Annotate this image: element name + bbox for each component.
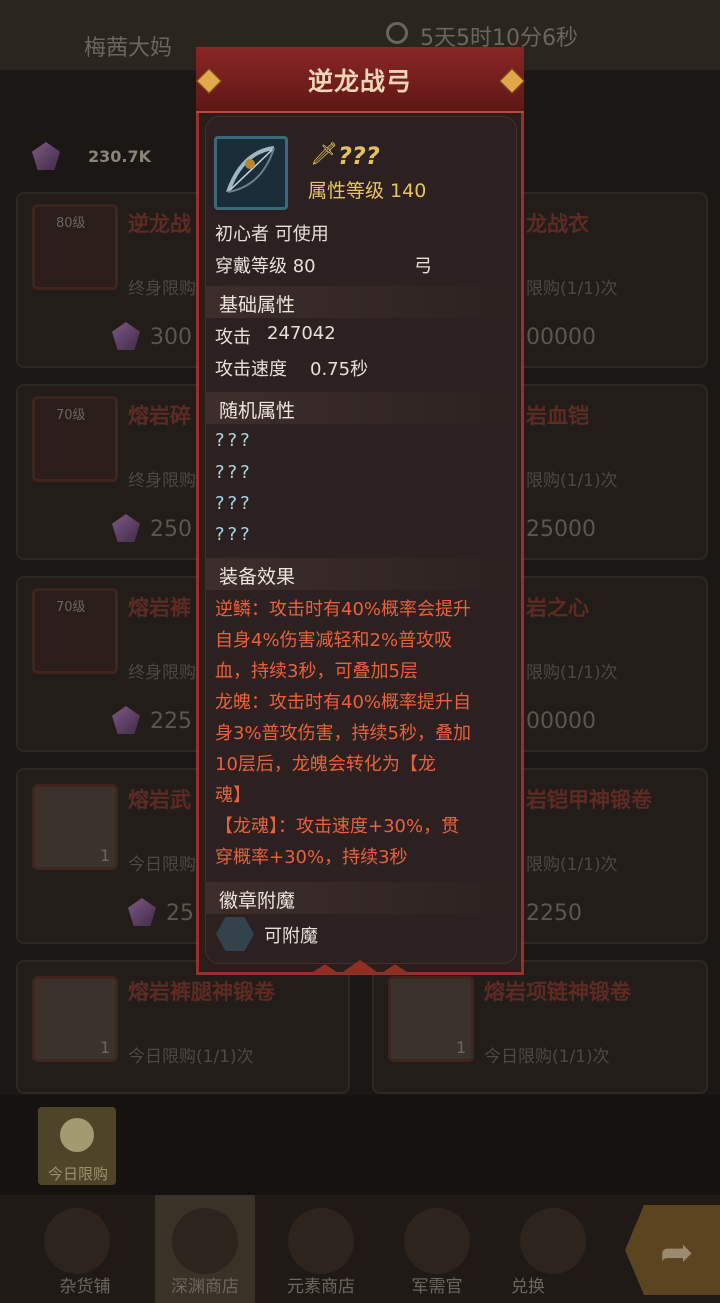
card-title: 岩铠甲神锻卷 <box>526 788 652 812</box>
card-title: 逆龙战 <box>128 212 191 236</box>
exchange-icon <box>520 1208 586 1274</box>
card-price: 250 <box>150 517 192 542</box>
class-requirement: 初心者 可使用 <box>215 224 329 245</box>
item-quantity: 1 <box>100 846 111 865</box>
card-price: 225 <box>150 709 192 734</box>
random-attr-line: ??? <box>215 462 253 483</box>
random-attr-line: ??? <box>215 430 253 451</box>
nav-quartermaster[interactable]: 军需官 <box>382 1272 492 1297</box>
today-limit-label: 今日限购 <box>47 1165 108 1183</box>
item-level: 70级 <box>56 600 86 615</box>
modal-title: 逆龙战弓 <box>307 67 412 96</box>
nav-general-store[interactable]: 杂货铺 <box>30 1272 140 1297</box>
card-title: 熔岩裤腿神锻卷 <box>128 980 275 1004</box>
clock-icon <box>386 22 408 44</box>
effect-line: 身3%普攻伤害，持续5秒，叠加 <box>215 723 472 744</box>
attack-speed-label: 攻击速度 <box>215 359 287 380</box>
effect-line: 逆鳞：攻击时有40%概率会提升 <box>215 599 472 620</box>
card-price: 300 <box>150 325 192 350</box>
weapon-type: 弓 <box>414 256 432 277</box>
card-limit: 终身限购 <box>128 663 196 683</box>
effect-line: 穿概率+30%，持续3秒 <box>215 847 408 868</box>
item-level: 80级 <box>56 216 86 231</box>
card-limit: 限购(1/1)次 <box>526 471 618 491</box>
effect-label: 装备效果 <box>219 566 296 588</box>
item-quantity: 1 <box>100 1038 111 1057</box>
random-attr-label: 随机属性 <box>219 400 296 422</box>
card-limit: 限购(1/1)次 <box>526 663 618 683</box>
card-limit: 今日限购(1/1)次 <box>128 1047 254 1067</box>
effect-line: 10层后，龙魄会转化为【龙 <box>215 754 436 775</box>
base-attr-label: 基础属性 <box>219 294 296 316</box>
card-title: 熔岩项链神锻卷 <box>484 980 631 1004</box>
helmet-icon <box>404 1208 470 1274</box>
random-attr-line: ??? <box>215 493 253 514</box>
card-limit: 今日限购(1/1)次 <box>484 1047 610 1067</box>
attack-speed-value: 0.75秒 <box>310 359 369 380</box>
card-title: 熔岩裤 <box>128 596 191 620</box>
card-price: 25 <box>166 901 194 926</box>
card-price: 2250 <box>526 901 582 926</box>
card-limit: 限购(1/1)次 <box>526 855 618 875</box>
item-quantity: 1 <box>456 1038 467 1057</box>
effect-line: 【龙魂】：攻击速度+30%，贯 <box>215 816 460 837</box>
sun-icon <box>60 1118 94 1152</box>
coins-icon <box>44 1208 110 1274</box>
random-attr-line: ??? <box>215 524 253 545</box>
card-title: 龙战衣 <box>526 212 589 236</box>
nav-exchange[interactable]: 兑换 <box>498 1272 558 1297</box>
nav-abyss-shop[interactable]: 深渊商店 <box>150 1272 260 1297</box>
card-title: 熔岩武 <box>128 788 191 812</box>
nav-element-shop[interactable]: 元素商店 <box>266 1272 376 1297</box>
effect-line: 魂】 <box>215 785 251 806</box>
card-limit: 今日限购 <box>128 855 196 875</box>
attack-label: 攻击 <box>215 327 251 348</box>
crystal-currency-icon <box>32 142 60 170</box>
currency-amount: 230.7K <box>88 147 152 166</box>
ruins-icon <box>172 1208 238 1274</box>
item-name-hidden: ??? <box>338 142 380 170</box>
sword-icon: 🗡 <box>310 142 338 167</box>
arrow-right-icon: ➦ <box>660 1230 694 1276</box>
card-price: 00000 <box>526 709 596 734</box>
wear-level: 穿戴等级 80 <box>215 256 316 277</box>
effect-line: 血，持续3秒，可叠加5层 <box>215 661 418 682</box>
badge-status: 可附魔 <box>264 926 318 947</box>
effect-line: 龙魄：攻击时有40%概率提升自 <box>215 692 472 713</box>
badge-label: 徽章附魔 <box>219 890 296 912</box>
attack-value: 247042 <box>267 323 336 344</box>
star-icon <box>288 1208 354 1274</box>
card-price: 00000 <box>526 325 596 350</box>
card-title: 熔岩碎 <box>128 404 191 428</box>
effect-line: 自身4%伤害减轻和2%普攻吸 <box>215 630 453 651</box>
card-title: 岩之心 <box>526 596 589 620</box>
card-limit: 终身限购 <box>128 471 196 491</box>
bow-icon <box>226 146 275 193</box>
npc-name: 梅茜大妈 <box>84 36 173 61</box>
card-price: 25000 <box>526 517 596 542</box>
effect-text: 逆鳞：攻击时有40%概率会提升 自身4%伤害减轻和2%普攻吸 血，持续3秒，可叠… <box>215 594 515 873</box>
card-limit: 终身限购 <box>128 279 196 299</box>
attribute-level: 属性等级 140 <box>308 180 427 202</box>
card-limit: 限购(1/1)次 <box>526 279 618 299</box>
item-level: 70级 <box>56 408 86 423</box>
card-title: 岩血铠 <box>526 404 589 428</box>
